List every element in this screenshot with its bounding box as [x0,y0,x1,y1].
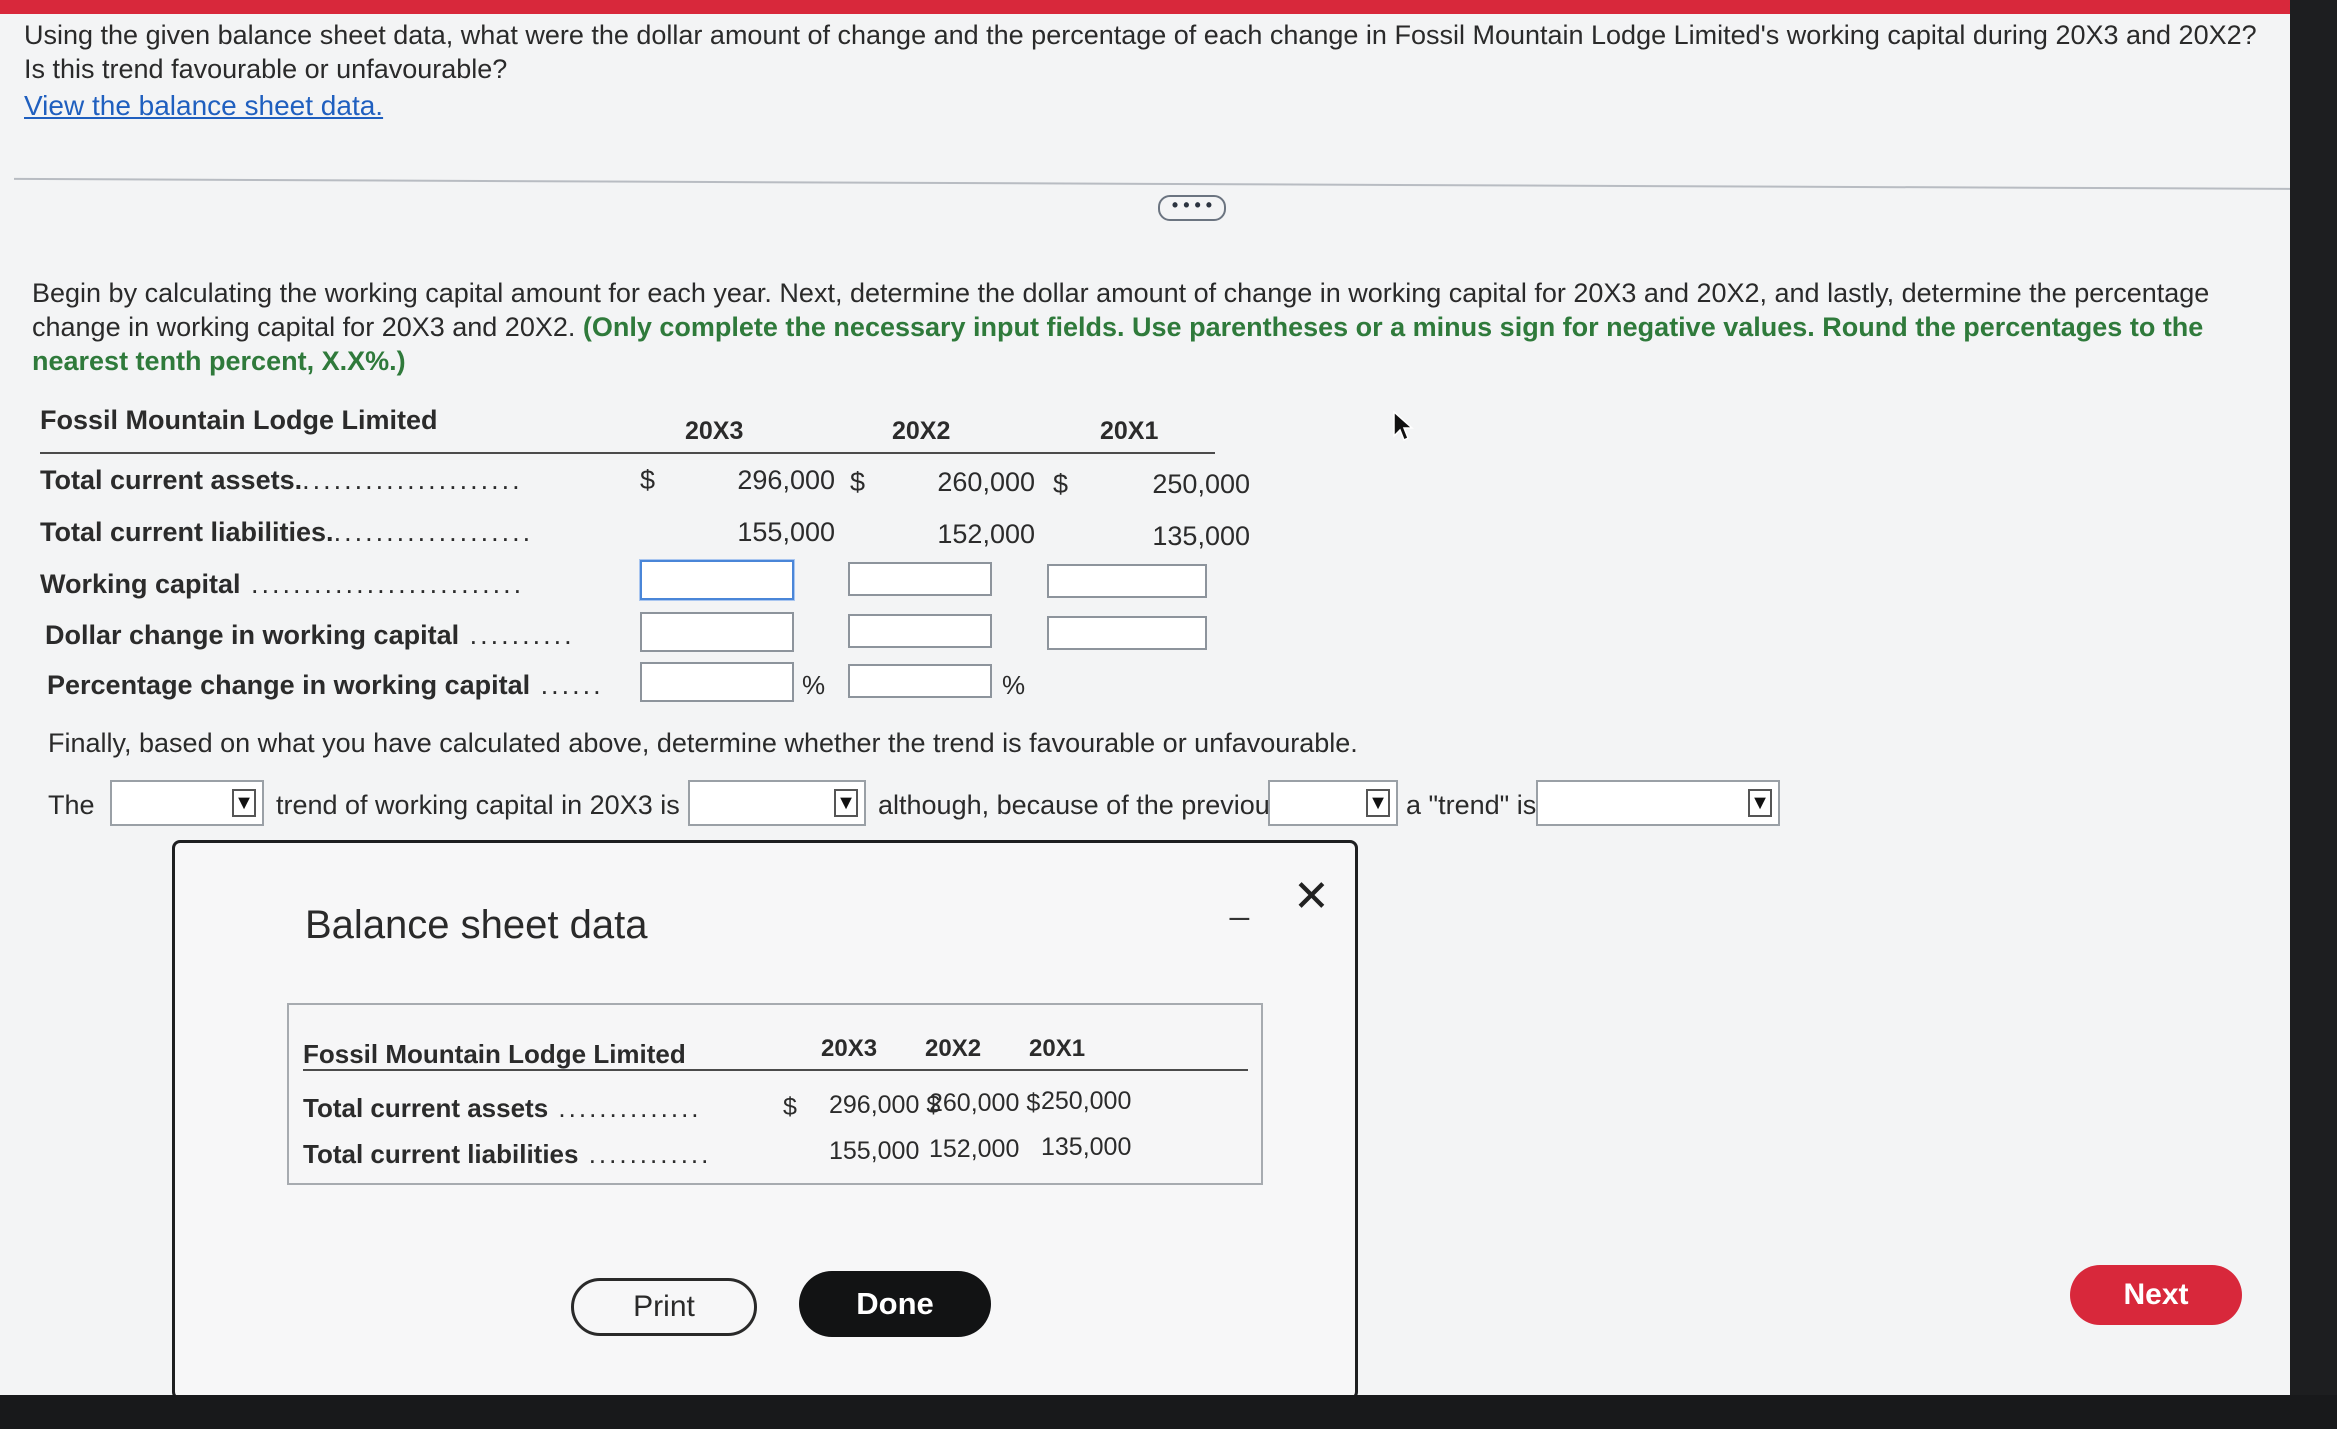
modal-cell: 296,000 $ [829,1091,941,1119]
mouse-cursor-icon [1393,410,1414,442]
modal-col-header-20x2: 20X2 [925,1035,982,1062]
trend-text-mid2: although, because of the previous [878,790,1284,820]
table-company-name: Fossil Mountain Lodge Limited [40,405,438,435]
modal-cell: 155,000 [829,1137,920,1165]
top-accent-bar [0,0,2320,14]
working-capital-20x2-input[interactable] [848,562,992,596]
trend-text-mid3: a "trend" is [1406,790,1537,820]
percentage-change-20x2-input[interactable] [848,664,992,698]
instructions: Begin by calculating the working capital… [32,276,2292,378]
trend-text-mid1: trend of working capital in 20X3 is [276,790,680,820]
cell-tcl-20x1: 135,000 [1152,521,1250,551]
modal-row-label: Total current liabilities ............ [303,1139,712,1169]
dollar-change-20x2-input[interactable] [848,614,992,648]
cell-tcl-20x3: 155,000 [737,517,835,547]
trend-conclusion-dropdown[interactable]: ▼ [1536,780,1780,826]
percentage-change-20x3-input[interactable] [640,662,794,702]
percent-sign: % [802,670,826,700]
next-button[interactable]: Next [2070,1265,2242,1325]
trend-assessment-dropdown[interactable]: ▼ [688,780,866,826]
dollar-change-20x3-input[interactable] [640,612,794,652]
monitor-bezel [0,1395,2337,1429]
done-button[interactable]: Done [799,1271,991,1337]
balance-sheet-table: Fossil Mountain Lodge Limited 20X3 20X2 … [287,1003,1263,1185]
col-header-20x3: 20X3 [685,417,744,445]
col-header-20x2: 20X2 [892,417,951,445]
expand-ellipsis-button[interactable]: • • • • [1158,195,1226,221]
chevron-down-icon: ▼ [232,789,256,817]
close-icon[interactable]: ✕ [1293,871,1330,922]
percent-sign: % [1002,670,1026,700]
modal-cell: 250,000 [1041,1087,1132,1115]
chevron-down-icon: ▼ [1748,789,1772,817]
monitor-bezel [2290,0,2337,1429]
currency-sign: $ [850,467,866,497]
working-capital-20x1-input[interactable] [1047,564,1207,598]
modal-header-rule [303,1069,1248,1071]
print-button[interactable]: Print [571,1278,757,1336]
modal-cell: 260,000 $ [929,1089,1041,1117]
cell-tca-20x1: 250,000 [1152,469,1250,499]
currency-sign: $ [1053,469,1069,499]
modal-title: Balance sheet data [305,903,648,947]
cell-tcl-20x2: 152,000 [937,519,1035,549]
col-header-20x1: 20X1 [1100,417,1159,445]
row-label-working-capital: Working capital ........................… [40,569,525,599]
header-rule [40,452,1215,454]
working-capital-20x3-input[interactable] [640,560,794,600]
row-label-total-current-assets: Total current assets....................… [40,465,523,495]
row-label-percentage-change: Percentage change in working capital ...… [47,670,604,700]
minimize-icon[interactable]: _ [1230,883,1249,922]
row-label-dollar-change: Dollar change in working capital .......… [45,620,575,650]
divider [14,177,2336,191]
previous-trend-dropdown[interactable]: ▼ [1268,780,1398,826]
modal-row-label: Total current assets .............. [303,1093,702,1123]
question-text: Using the given balance sheet data, what… [24,20,2257,84]
currency-sign: $ [640,465,656,495]
modal-cell: 135,000 [1041,1133,1132,1161]
cell-tca-20x2: 260,000 [937,467,1035,497]
modal-company-name: Fossil Mountain Lodge Limited [303,1039,686,1069]
trend-direction-dropdown[interactable]: ▼ [110,780,264,826]
chevron-down-icon: ▼ [834,789,858,817]
dollar-change-20x1-input[interactable] [1047,616,1207,650]
finally-text: Finally, based on what you have calculat… [48,728,1358,758]
balance-sheet-modal: Balance sheet data _ ✕ Fossil Mountain L… [172,840,1358,1400]
screen: Using the given balance sheet data, what… [0,0,2336,1400]
cell-tca-20x3: 296,000 [737,465,835,495]
modal-col-header-20x1: 20X1 [1029,1035,1086,1062]
currency-sign: $ [783,1093,797,1121]
row-label-total-current-liabilities: Total current liabilities...............… [40,517,534,547]
chevron-down-icon: ▼ [1366,789,1390,817]
modal-col-header-20x3: 20X3 [821,1035,878,1062]
trend-text-the: The [48,790,95,820]
modal-cell: 152,000 [929,1135,1020,1163]
view-balance-sheet-link[interactable]: View the balance sheet data. [24,90,383,122]
